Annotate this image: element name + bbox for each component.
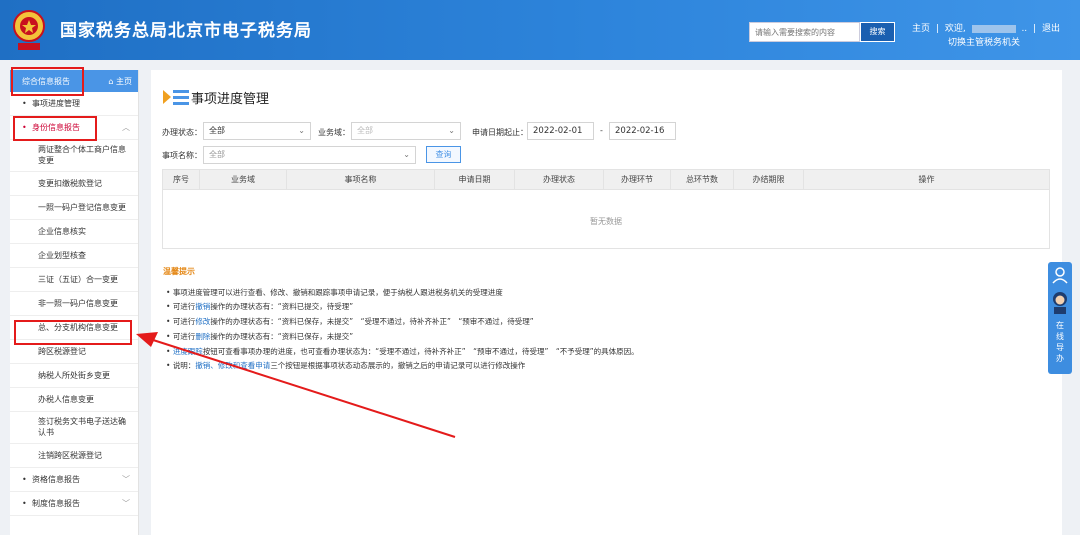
- annotation-arrow: [136, 332, 456, 438]
